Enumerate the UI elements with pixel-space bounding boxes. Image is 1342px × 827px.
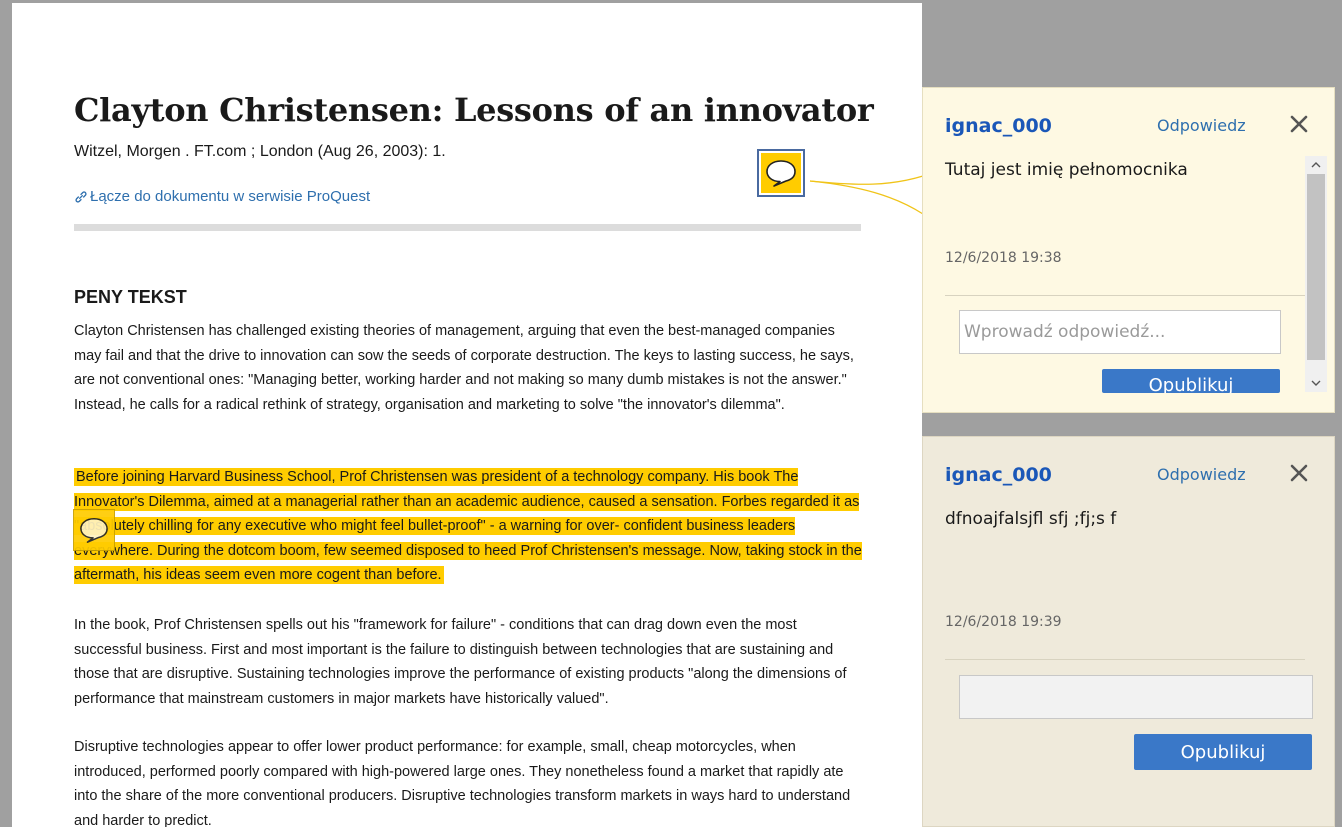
chevron-down-icon — [1311, 380, 1321, 386]
speech-bubble-icon — [80, 518, 108, 543]
comment-divider — [945, 659, 1305, 660]
body-paragraph: In the book, Prof Christensen spells out… — [74, 617, 847, 707]
speech-bubble-icon — [766, 160, 796, 187]
comment-card-active[interactable]: ignac_000 Odpowiedz Tutaj jest imię pełn… — [922, 87, 1335, 413]
reply-link[interactable]: Odpowiedz — [1157, 465, 1246, 484]
close-icon[interactable] — [1287, 461, 1311, 485]
scrollbar-thumb[interactable] — [1307, 174, 1325, 360]
proquest-document-link[interactable]: Łącze do dokumentu w serwisie ProQuest — [74, 188, 370, 205]
comment-author: ignac_000 — [945, 115, 1052, 137]
comment-timestamp: 12/6/2018 19:39 — [945, 614, 1062, 630]
header-divider — [74, 224, 861, 231]
section-heading: PENY TEKST — [74, 287, 187, 307]
scroll-down-button[interactable] — [1305, 374, 1327, 392]
highlighted-paragraph[interactable]: Before joining Harvard Business School, … — [74, 465, 864, 588]
reply-input[interactable] — [959, 675, 1313, 719]
document-meta: Witzel, Morgen . FT.com ; London (Aug 26… — [74, 143, 446, 160]
comment-text: Tutaj jest imię pełnomocnika — [945, 160, 1188, 180]
scroll-up-button[interactable] — [1305, 156, 1327, 174]
close-icon[interactable] — [1287, 112, 1311, 136]
comment-text: dfnoajfalsjfl sfj ;fj;s f — [945, 509, 1117, 529]
comment-divider — [945, 295, 1305, 296]
document-page: Clayton Christensen: Lessons of an innov… — [12, 3, 922, 827]
publish-button[interactable]: Opublikuj — [1134, 734, 1312, 770]
comment-scrollbar[interactable] — [1305, 156, 1327, 392]
proquest-link-label: Łącze do dokumentu w serwisie ProQuest — [90, 188, 371, 205]
reply-input[interactable] — [959, 310, 1281, 354]
reply-link[interactable]: Odpowiedz — [1157, 116, 1246, 135]
publish-button[interactable]: Opublikuj — [1102, 369, 1280, 393]
comment-card[interactable]: ignac_000 Odpowiedz dfnoajfalsjfl sfj ;f… — [922, 436, 1335, 827]
body-paragraph: Disruptive technologies appear to offer … — [74, 739, 851, 827]
link-icon — [75, 190, 87, 203]
highlight-span[interactable]: Before joining Harvard Business School, … — [74, 468, 862, 584]
document-title: Clayton Christensen: Lessons of an innov… — [74, 91, 874, 129]
comment-marker-active[interactable] — [757, 149, 805, 197]
comment-author: ignac_000 — [945, 464, 1052, 486]
body-paragraph: Clayton Christensen has challenged exist… — [74, 323, 854, 413]
chevron-up-icon — [1311, 162, 1321, 168]
comment-marker[interactable] — [73, 509, 115, 551]
comment-timestamp: 12/6/2018 19:38 — [945, 250, 1062, 266]
